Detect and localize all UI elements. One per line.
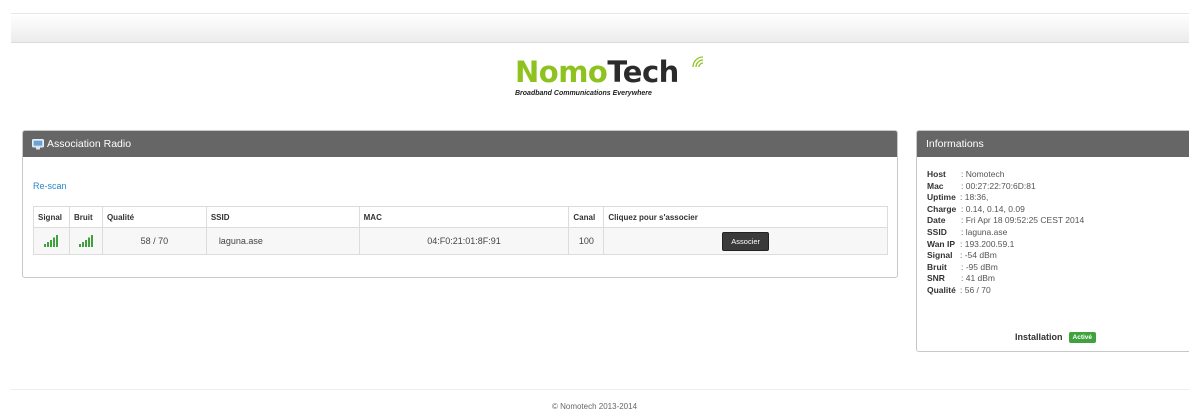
info-item-charge: Charge: 0.14, 0.14, 0.09 (927, 203, 1025, 214)
table-row: 58 / 70 laguna.ase 04:F0:21:01:8F:91 100… (33, 227, 888, 255)
informations-panel-header: Informations (917, 131, 1189, 157)
associer-button[interactable]: Associer (722, 231, 770, 251)
rescan-link[interactable]: Re-scan (33, 181, 67, 191)
monitor-icon (32, 139, 44, 150)
signal-bars-icon (78, 235, 93, 247)
col-header-canal: Canal (568, 206, 605, 228)
signal-cell (33, 227, 70, 255)
logo-tagline: Broadband Communications Everywhere (515, 90, 652, 97)
info-list: Host: Nomotech Mac: 00:27:22:70:6D:81 Up… (927, 169, 1084, 297)
installation-label: Installation (1015, 332, 1063, 342)
info-item-snr: SNR: 41 dBm (927, 273, 996, 284)
action-cell: Associer (603, 227, 888, 255)
col-header-associer: Cliquez pour s'associer (603, 206, 888, 228)
col-header-mac: MAC (358, 206, 570, 228)
info-item-mac: Mac: 00:27:22:70:6D:81 (927, 180, 1036, 191)
informations-panel: Informations Host: Nomotech Mac: 00:27:2… (916, 130, 1189, 352)
noise-cell (68, 227, 103, 255)
col-header-ssid: SSID (205, 206, 360, 228)
info-item-qualite: Qualité: 56 / 70 (927, 284, 991, 295)
installation-status: Installation Activé (1015, 332, 1097, 343)
association-radio-panel: Association Radio Re-scan Signal Bruit Q… (22, 130, 898, 278)
logo-word-nomo: Nomo (515, 55, 608, 89)
nomotech-logo: NomoTech Broadband Communications Everyw… (515, 55, 715, 103)
info-item-date: Date: Fri Apr 18 09:52:25 CEST 2014 (927, 215, 1085, 226)
table-header-row: Signal Bruit Qualité SSID MAC Canal Cliq… (33, 206, 888, 228)
info-item-bruit: Bruit: -95 dBm (927, 261, 998, 272)
signal-bars-icon (44, 235, 59, 247)
info-item-signal: Signal: -54 dBm (927, 250, 997, 261)
logo-word-tech: Tech (607, 55, 679, 89)
top-navbar (11, 13, 1189, 43)
ssid-cell: laguna.ase (205, 227, 360, 255)
status-badge: Activé (1068, 332, 1097, 343)
footer-divider (11, 389, 1189, 390)
footer-copyright: © Nomotech 2013-2014 (551, 402, 638, 410)
channel-cell: 100 (568, 227, 605, 255)
col-header-qualite: Qualité (101, 206, 207, 228)
association-panel-header: Association Radio (23, 131, 897, 157)
info-item-host: Host: Nomotech (927, 169, 1005, 179)
informations-panel-title: Informations (926, 138, 984, 150)
info-item-uptime: Uptime: 18:36, (927, 192, 989, 203)
quality-cell: 58 / 70 (101, 227, 207, 255)
info-item-wan-ip: Wan IP: 193.200.59.1 (927, 238, 1015, 249)
scan-results-table: Signal Bruit Qualité SSID MAC Canal Cliq… (33, 206, 888, 255)
wifi-wave-icon (692, 56, 704, 68)
association-panel-title: Association Radio (47, 138, 132, 150)
info-item-ssid: SSID: laguna.ase (927, 226, 1008, 237)
logo-wordmark: NomoTech (515, 55, 679, 89)
col-header-bruit: Bruit (68, 206, 103, 228)
col-header-signal: Signal (33, 206, 70, 228)
mac-cell: 04:F0:21:01:8F:91 (358, 227, 570, 255)
